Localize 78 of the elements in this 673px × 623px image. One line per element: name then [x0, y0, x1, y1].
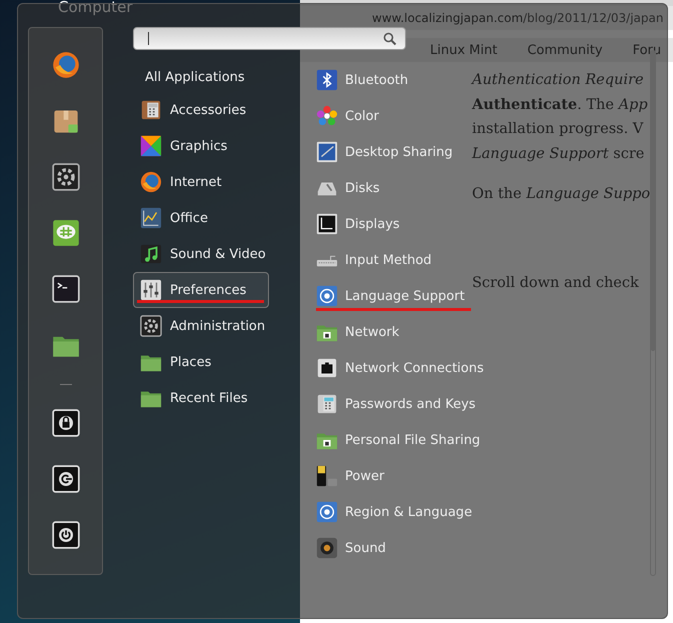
category-label: Recent Files [170, 390, 248, 406]
music-note-icon [140, 243, 162, 265]
category-label: Internet [170, 174, 222, 190]
battery-icon [316, 465, 338, 487]
application-item[interactable]: Region & Language [313, 494, 478, 530]
sliders-icon [140, 279, 162, 301]
display-icon [316, 213, 338, 235]
application-label: Input Method [345, 252, 432, 268]
category-label: All Applications [145, 70, 245, 84]
category-label: Office [170, 210, 208, 226]
gear-icon [140, 315, 162, 337]
calculator-icon [140, 99, 162, 121]
article-text: Authenticate. The App [472, 94, 649, 114]
search-field[interactable] [133, 27, 406, 50]
application-label: Bluetooth [345, 72, 408, 88]
category-label: Preferences [170, 282, 246, 298]
chart-icon [140, 207, 162, 229]
power-icon [52, 521, 80, 549]
application-label: Displays [345, 216, 400, 232]
application-label: Sound [345, 540, 386, 556]
application-label: Region & Language [345, 504, 472, 520]
application-label: Color [345, 108, 379, 124]
application-label: Personal File Sharing [345, 432, 480, 448]
terminal-icon [52, 275, 80, 303]
category-item[interactable]: Office [133, 200, 269, 236]
category-item[interactable]: All Applications [133, 62, 269, 92]
category-item[interactable]: Places [133, 344, 269, 380]
category-item[interactable]: Preferences [133, 272, 269, 308]
application-item[interactable]: Language Support [313, 278, 471, 314]
category-label: Graphics [170, 138, 228, 154]
category-label: Places [170, 354, 212, 370]
application-item[interactable]: Desktop Sharing [313, 134, 459, 170]
search-icon [383, 32, 397, 46]
application-item[interactable]: Bluetooth [313, 62, 414, 98]
gear-icon [52, 163, 80, 191]
category-item[interactable]: Internet [133, 164, 269, 200]
application-item[interactable]: Network Connections [313, 350, 490, 386]
flower-icon [316, 105, 338, 127]
bookmark-link[interactable]: Community [527, 42, 603, 58]
application-label: Power [345, 468, 384, 484]
category-label: Accessories [170, 102, 246, 118]
category-label: Administration [170, 318, 266, 334]
article-text: Language Support scre [472, 144, 646, 164]
application-item[interactable]: Sound [313, 530, 392, 566]
application-label: Language Support [345, 288, 465, 304]
application-item[interactable]: Displays [313, 206, 406, 242]
application-label: Desktop Sharing [345, 144, 453, 160]
application-item[interactable]: Disks [313, 170, 386, 206]
article-text: Scroll down and check [472, 274, 640, 292]
application-item[interactable]: Passwords and Keys [313, 386, 482, 422]
lock-icon [52, 409, 80, 437]
category-item[interactable]: Sound & Video [133, 236, 269, 272]
category-item[interactable]: Recent Files [133, 380, 269, 416]
article-text: Authentication Require [472, 71, 645, 90]
category-label: Sound & Video [170, 246, 266, 262]
bookmark-link[interactable]: Linux Mint [430, 42, 498, 58]
article-text: installation progress. V [472, 120, 644, 139]
monitor-icon [316, 141, 338, 163]
application-item[interactable]: Color [313, 98, 385, 134]
application-item[interactable]: Power [313, 458, 390, 494]
application-item[interactable]: Network [313, 314, 406, 350]
logout-icon [52, 465, 80, 493]
article-text: On the Language Suppo [472, 185, 652, 204]
category-item[interactable]: Accessories [133, 92, 269, 128]
application-label: Disks [345, 180, 380, 196]
bluetooth-icon [316, 69, 338, 91]
desktop-icon-label: Computer [58, 0, 133, 16]
category-item[interactable]: Administration [133, 308, 269, 344]
address-field[interactable]: www.localizingjapan.com/blog/2011/12/03/japan [372, 11, 664, 25]
category-item[interactable]: Graphics [133, 128, 269, 164]
bookmark-link[interactable]: Foru [632, 42, 662, 58]
color-wheel-icon [140, 135, 162, 157]
application-item[interactable]: Input Method [313, 242, 438, 278]
application-item[interactable]: Personal File Sharing [313, 422, 486, 458]
application-label: Network [345, 324, 400, 340]
chat-bubble-icon [52, 219, 80, 247]
application-label: Passwords and Keys [345, 396, 476, 412]
application-label: Network Connections [345, 360, 484, 376]
